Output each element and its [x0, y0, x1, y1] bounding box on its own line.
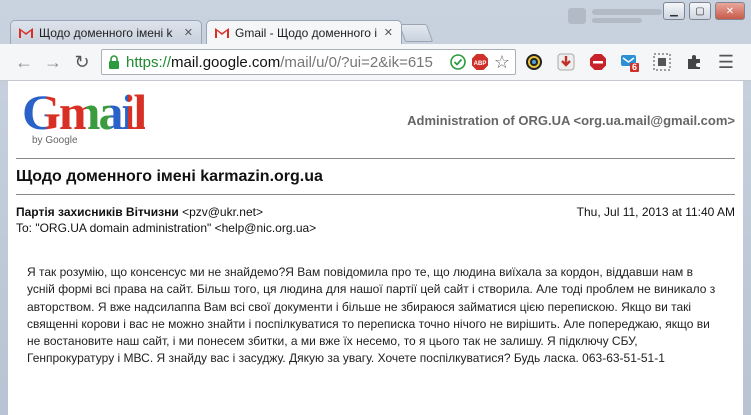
star-icon[interactable]: ☆ [492, 52, 512, 72]
palette-icon[interactable] [524, 52, 544, 72]
tab-title: Щодо доменного імені k [39, 25, 173, 40]
url-path: /mail/u/0/?ui=2&ik=615 [280, 53, 433, 71]
screenshot-icon[interactable] [652, 52, 672, 72]
recipient-line: To: "ORG.UA domain administration" <help… [16, 221, 317, 235]
download-icon[interactable] [556, 52, 576, 72]
gmail-logo: Gmail by Google [22, 84, 147, 146]
puzzle-icon[interactable] [684, 52, 704, 72]
reload-icon[interactable]: ↻ [72, 52, 92, 72]
tab-gmail-message[interactable]: Щодо доменного імені k ✕ [10, 20, 202, 44]
tab-strip: Щодо доменного імені k ✕ Gmail - Щодо до… [10, 20, 610, 44]
minimize-button[interactable]: ▁ [663, 2, 685, 20]
svg-text:ABP: ABP [474, 61, 487, 67]
gmail-logo-text: Gmail [22, 84, 147, 140]
maximize-button[interactable]: ▢ [689, 2, 711, 20]
extension-badge: 6 [632, 62, 638, 72]
tab-gmail-active[interactable]: Gmail - Щодо доменного і ✕ [206, 20, 402, 44]
mail-checker-icon[interactable]: 6 [620, 52, 640, 72]
menu-icon[interactable]: ☰ [716, 52, 736, 72]
by-google-text: by Google [32, 135, 78, 146]
divider [16, 158, 735, 159]
print-view-page: Gmail by Google Administration of ORG.UA… [8, 81, 743, 415]
check-icon[interactable] [448, 52, 468, 72]
gmail-favicon-icon [215, 27, 229, 38]
close-window-button[interactable]: ✕ [715, 2, 745, 20]
browser-toolbar: ← → ↻ https:// mail.google.com /mail/u/0… [0, 44, 751, 81]
url-host: mail.google.com [171, 53, 281, 71]
gmail-favicon-icon [19, 27, 33, 38]
sender-line: Партія захисників Вітчизни <pzv@ukr.net> [16, 205, 263, 219]
url-scheme: https:// [126, 53, 172, 71]
browser-window: ▁ ▢ ✕ Щодо доменного імені k ✕ Gmail - Щ… [0, 0, 751, 415]
sender-name: Партія захисників Вітчизни [16, 205, 179, 219]
email-date: Thu, Jul 11, 2013 at 11:40 AM [576, 205, 735, 219]
divider [16, 194, 735, 195]
account-label: Administration of ORG.UA <org.ua.mail@gm… [407, 113, 735, 128]
window-controls: ▁ ▢ ✕ [663, 2, 745, 20]
email-subject: Щодо доменного імені karmazin.org.ua [16, 168, 323, 185]
sender-address: <pzv@ukr.net> [182, 205, 263, 219]
lock-icon [108, 55, 120, 69]
back-icon[interactable]: ← [14, 52, 34, 72]
new-tab-button[interactable] [398, 24, 434, 42]
tab-title: Gmail - Щодо доменного і [235, 25, 377, 40]
adblock-icon[interactable]: ABP [470, 52, 490, 72]
forward-icon[interactable]: → [43, 52, 63, 72]
stop-icon[interactable] [588, 52, 608, 72]
tab-close-icon[interactable]: ✕ [184, 26, 193, 39]
email-body: Я так розумію, що консенсус ми не знайде… [27, 265, 716, 366]
tab-close-icon[interactable]: ✕ [384, 26, 393, 39]
